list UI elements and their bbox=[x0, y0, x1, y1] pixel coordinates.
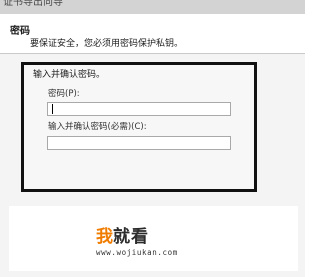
watermark-logo-text: 就看 bbox=[113, 227, 149, 247]
confirm-password-input[interactable] bbox=[47, 136, 231, 150]
password-input[interactable] bbox=[47, 102, 231, 116]
watermark-logo: 我就看 bbox=[96, 227, 149, 247]
password-group-label: 输入并确认密码。 bbox=[33, 70, 106, 80]
watermark-logo-accent: 我 bbox=[96, 227, 113, 247]
section-description: 要保证安全，您必须用密码保护私钥。 bbox=[30, 39, 184, 49]
window-title: 证书导出向导 bbox=[3, 0, 63, 8]
password-field-label: 密码(P): bbox=[48, 89, 80, 99]
text-cursor bbox=[52, 104, 53, 114]
watermark-panel bbox=[9, 206, 298, 271]
window-title-bar: 证书导出向导 bbox=[0, 0, 305, 14]
confirm-password-field-label: 输入并确认密码(必需)(C): bbox=[48, 122, 147, 132]
watermark-url: www.wojiukan.com bbox=[96, 248, 178, 257]
section-title: 密码 bbox=[10, 26, 30, 37]
